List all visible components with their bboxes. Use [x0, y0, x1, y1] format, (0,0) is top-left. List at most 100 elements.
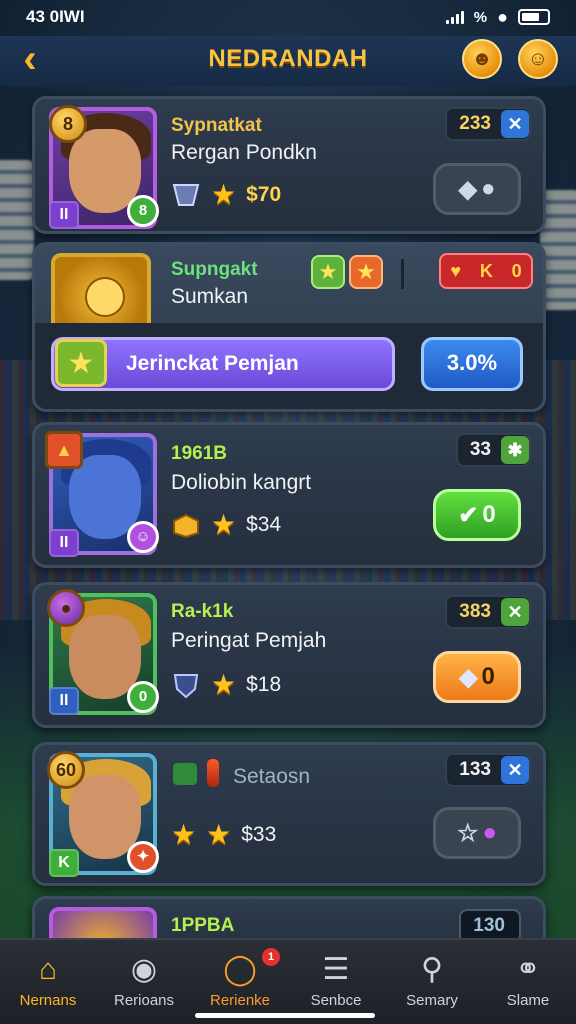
feather-badge-icon: ✦	[127, 841, 159, 873]
nav-item-home[interactable]: ⌂ Nernans	[0, 940, 96, 1024]
card-count: 130	[473, 915, 505, 936]
upgrade-button[interactable]: ◆ 0	[433, 651, 521, 703]
gold-cube-icon	[173, 513, 199, 539]
nav-item-menu[interactable]: ☰ Senbce	[288, 940, 384, 1024]
shield-gem-icon	[173, 674, 199, 699]
ghost-icon: ●	[480, 175, 496, 202]
check-icon: ✔	[458, 501, 479, 529]
star-icon: ★	[171, 819, 197, 850]
ring-icon: ◯	[223, 953, 257, 986]
card-title: Sypnatkat	[171, 115, 262, 136]
nav-item-search[interactable]: ⚲ Semary	[384, 940, 480, 1024]
power-badge: 8	[127, 195, 159, 227]
list-icon: ☰	[322, 953, 350, 986]
card-subtitle: Rergan Pondkn	[171, 141, 317, 164]
list-item[interactable]: ▲ II ☺ 1961B Doliobin kangrt ★ $34 33 ✱ …	[32, 422, 546, 568]
card-price: $18	[246, 673, 282, 696]
trade-button[interactable]: ☆ ●	[433, 807, 521, 859]
card-title: 1PPBA	[171, 915, 235, 936]
search-icon: ⚲	[421, 953, 443, 986]
rank-badge: 60	[47, 751, 85, 789]
cube-icon	[173, 763, 197, 785]
star-icon: ★	[211, 669, 237, 700]
nav-label: Rerienke	[209, 992, 271, 1009]
friend-icon[interactable]: ☻	[462, 39, 502, 79]
profile-icon[interactable]: ☺	[518, 39, 558, 79]
upgrade-button-label: 0	[481, 663, 495, 690]
star-icon: ★	[211, 509, 237, 540]
card-count: 133	[459, 759, 491, 780]
close-icon[interactable]: ✕	[501, 756, 529, 784]
home-icon: ⌂	[38, 953, 58, 986]
list-item[interactable]: ● II 0 Ra-k1k Peringat Pemjah ★ $18 383 …	[32, 582, 546, 728]
nav-label: Semary	[406, 992, 458, 1009]
reward-pill: ♥ K 0	[439, 253, 533, 289]
power-badge: 0	[127, 681, 159, 713]
list-item[interactable]: 60 K ✦ Setaosn ★ ★ $33 133 ✕ ☆ ●	[32, 742, 546, 886]
star-tile-icon: ★	[311, 255, 345, 289]
gear-icon[interactable]: ✱	[501, 436, 529, 464]
diamond-icon: ◆	[458, 175, 477, 203]
purple-blob-icon: ●	[482, 819, 498, 846]
count-pill: 233 ✕	[445, 107, 531, 141]
status-time: 43 0IWI	[26, 7, 85, 26]
app-header: ‹ NEDRANDAH ☻ ☺	[0, 36, 576, 86]
card-price: $70	[246, 183, 282, 206]
card-subtitle: Sumkan	[171, 285, 249, 308]
mask-icon: ◉	[130, 953, 158, 986]
star-emblem-icon: ★	[55, 339, 107, 387]
nav-label: Nernans	[19, 992, 77, 1009]
card-title: 1961B	[171, 443, 227, 464]
card-price: $33	[241, 823, 277, 846]
card-stats: ★ $18	[171, 671, 281, 699]
gauge-icon: ⚭	[515, 953, 541, 986]
card-stats: ★ $34	[171, 511, 281, 539]
rank-badge: 8	[49, 105, 87, 143]
diamond-icon: ◆	[459, 663, 478, 691]
nav-item-events[interactable]: ◯ 1 Rerienke	[192, 940, 288, 1024]
list-item[interactable]: 8 II 8 Sypnatkat Rergan Pondkn ★ $70 233…	[32, 96, 546, 234]
card-price: $34	[246, 513, 282, 536]
card-subtitle: Doliobin kangrt	[171, 471, 312, 494]
star-outline-icon: ☆	[456, 819, 479, 847]
wifi-icon: ●	[497, 6, 508, 27]
battery-percent-text: %	[473, 8, 488, 26]
notification-badge: 1	[262, 948, 280, 966]
star-icon: ★	[206, 819, 232, 850]
nav-label: Rerioans	[113, 992, 175, 1009]
count-pill: 133 ✕	[445, 753, 531, 787]
lion-avatar	[51, 253, 151, 325]
card-count: 383	[459, 601, 491, 622]
card-title: Ra-k1k	[171, 601, 234, 622]
trade-button[interactable]: ◆ ●	[433, 163, 521, 215]
level-badge: II	[49, 529, 79, 557]
bottom-nav: ⌂ Nernans ◉ Rerioans ◯ 1 Rerienke ☰ Senb…	[0, 938, 576, 1024]
progress-bar-label: Jerinckat Pemjan	[126, 352, 299, 375]
shield-gem-icon	[172, 184, 200, 206]
nav-item-heroes[interactable]: ◉ Rerioans	[96, 940, 192, 1024]
level-badge: K	[49, 849, 79, 877]
nav-item-stats[interactable]: ⚭ Slame	[480, 940, 576, 1024]
star-tile-icon: ★	[349, 255, 383, 289]
stadium-light-left	[0, 160, 34, 280]
count-pill: 383 ✕	[445, 595, 531, 629]
reward-number: 0	[511, 260, 522, 281]
close-icon[interactable]: ✕	[501, 110, 529, 138]
list-item[interactable]: Supngakt Sumkan ★ ★ ♥ K 0 Jerinckat Pemj…	[32, 242, 546, 412]
card-count: 233	[459, 113, 491, 134]
claim-button-label: 0	[482, 501, 496, 528]
smile-badge-icon: ☺	[127, 521, 159, 553]
mask-badge-icon: ▲	[45, 431, 83, 469]
card-count: 33	[469, 439, 491, 460]
nav-label: Senbce	[310, 992, 362, 1009]
claim-button[interactable]: ✔ 0	[433, 489, 521, 541]
card-subtitle: Peringat Pemjah	[171, 629, 327, 652]
home-indicator	[195, 1013, 375, 1018]
level-badge: II	[49, 201, 79, 229]
close-icon[interactable]: ✕	[501, 598, 529, 626]
card-stats: ★ $70	[171, 181, 281, 209]
count-pill: 33 ✱	[455, 433, 531, 467]
percent-button[interactable]: 3.0%	[421, 337, 523, 391]
status-bar: 43 0IWI % ●	[0, 0, 576, 34]
battery-icon	[518, 9, 550, 25]
